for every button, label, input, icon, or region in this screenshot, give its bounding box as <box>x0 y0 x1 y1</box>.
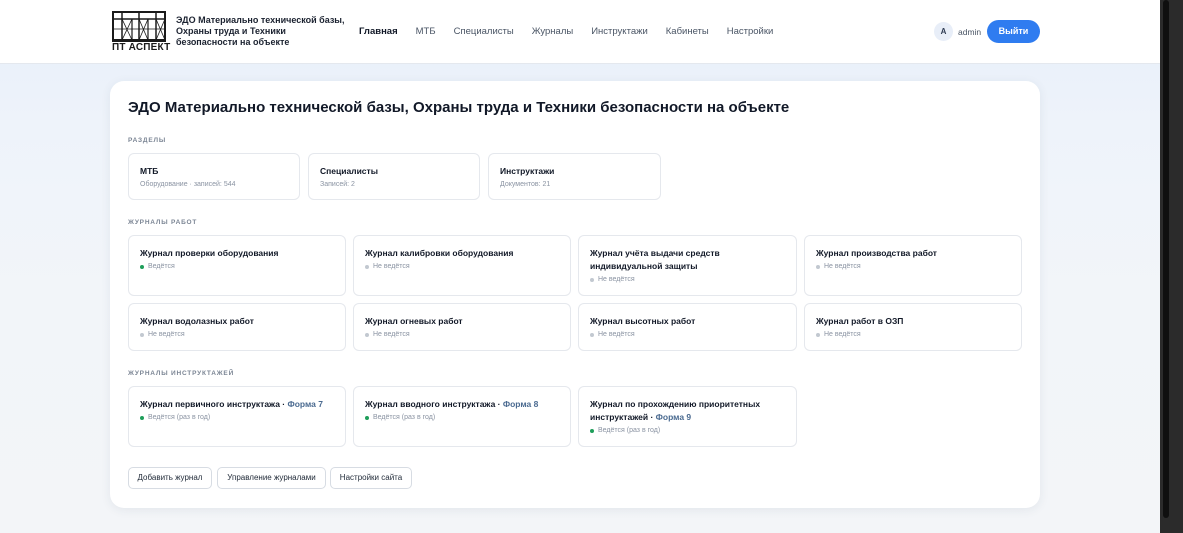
avatar[interactable]: A <box>934 22 953 41</box>
journal-status: Не ведётся <box>590 276 635 283</box>
nav-item-journals[interactable]: Журналы <box>532 26 574 37</box>
site-logo[interactable]: ПТ АСПЕКТ <box>112 11 171 53</box>
journal-title-text: Журнал первичного инструктажа <box>140 399 280 409</box>
instruction-journal-tile[interactable]: Журнал по прохождению приоритетных инстр… <box>578 386 797 447</box>
status-dot-icon <box>590 332 594 337</box>
instruction-journal-tile[interactable]: Журнал вводного инструктажа · Форма 8 Ве… <box>353 386 571 447</box>
form-number: Форма 7 <box>287 399 324 409</box>
status-text: Не ведётся <box>373 263 410 270</box>
manage-journals-button[interactable]: Управление журналами <box>217 467 326 489</box>
status-dot-icon <box>590 277 594 282</box>
logo-text: ПТ АСПЕКТ <box>112 41 171 53</box>
nav-item-cabinets[interactable]: Кабинеты <box>666 26 709 37</box>
instruction-journal-tile[interactable]: Журнал первичного инструктажа · Форма 7 … <box>128 386 346 447</box>
status-text: Не ведётся <box>598 331 635 338</box>
journal-title: Журнал работ в ОЗП <box>816 316 904 326</box>
status-dot-icon <box>590 428 594 433</box>
journal-title: Журнал по прохождению приоритетных инстр… <box>590 398 790 424</box>
status-dot-icon <box>365 415 369 420</box>
journal-title: Журнал калибровки оборудования <box>365 248 514 258</box>
main-card: ЭДО Материально технической базы, Охраны… <box>110 81 1040 508</box>
journal-tile[interactable]: Журнал учёта выдачи средств индивидуальн… <box>578 235 797 296</box>
journal-status: Не ведётся <box>365 263 410 270</box>
add-journal-button[interactable]: Добавить журнал <box>128 467 212 489</box>
journal-title: Журнал первичного инструктажа · Форма 7 <box>140 398 345 411</box>
work-journals-label: ЖУРНАЛЫ РАБОТ <box>128 219 198 226</box>
status-dot-icon <box>365 332 369 337</box>
status-text: Не ведётся <box>824 331 861 338</box>
instruction-journals-label: ЖУРНАЛЫ ИНСТРУКТАЖЕЙ <box>128 370 235 377</box>
journal-tile[interactable]: Журнал проверки оборудования Ведётся <box>128 235 346 296</box>
status-text: Ведётся (раз в год) <box>148 414 211 421</box>
page-viewport: ПТ АСПЕКТ ЭДО Материально технической ба… <box>0 0 1160 533</box>
journal-status: Не ведётся <box>816 331 861 338</box>
form-number: Форма 9 <box>655 412 692 422</box>
journal-title: Журнал высотных работ <box>590 316 696 326</box>
status-dot-icon <box>140 415 144 420</box>
username: admin <box>958 27 982 37</box>
section-tile-briefings[interactable]: Инструктажи Документов: 21 <box>488 153 661 200</box>
status-dot-icon <box>365 264 369 269</box>
title-separator: · <box>648 412 656 422</box>
tile-subtitle: Оборудование · записей: 544 <box>140 181 236 188</box>
journal-status: Ведётся (раз в год) <box>140 414 210 421</box>
journal-title: Журнал огневых работ <box>365 316 463 326</box>
sections-label: РАЗДЕЛЫ <box>128 137 167 144</box>
logout-button[interactable]: Выйти <box>987 20 1040 43</box>
journal-tile[interactable]: Журнал высотных работ Не ведётся <box>578 303 797 351</box>
status-text: Не ведётся <box>824 263 861 270</box>
journal-title-text: Журнал вводного инструктажа <box>365 399 496 409</box>
tile-title: Инструктажи <box>500 166 555 176</box>
nav-item-specialists[interactable]: Специалисты <box>454 26 514 37</box>
journal-title: Журнал учёта выдачи средств индивидуальн… <box>590 248 720 271</box>
journal-tile[interactable]: Журнал калибровки оборудования Не ведётс… <box>353 235 571 296</box>
status-text: Не ведётся <box>148 331 185 338</box>
logo-building-icon <box>112 11 166 41</box>
main-nav: Главная МТБ Специалисты Журналы Инструкт… <box>359 26 791 37</box>
journal-status: Ведётся <box>140 263 175 270</box>
nav-item-settings[interactable]: Настройки <box>727 26 774 37</box>
nav-item-mtb[interactable]: МТБ <box>416 26 436 37</box>
tile-subtitle: Записей: 2 <box>320 181 355 188</box>
journal-status: Ведётся (раз в год) <box>590 427 660 434</box>
status-text: Не ведётся <box>373 331 410 338</box>
status-dot-icon <box>816 332 820 337</box>
journal-tile[interactable]: Журнал работ в ОЗП Не ведётся <box>804 303 1022 351</box>
journal-status: Не ведётся <box>816 263 861 270</box>
status-text: Ведётся (раз в год) <box>373 414 436 421</box>
journal-status: Не ведётся <box>590 331 635 338</box>
status-text: Ведётся <box>148 263 175 270</box>
form-number: Форма 8 <box>502 399 539 409</box>
journal-title: Журнал вводного инструктажа · Форма 8 <box>365 398 570 411</box>
journal-tile[interactable]: Журнал водолазных работ Не ведётся <box>128 303 346 351</box>
status-dot-icon <box>816 264 820 269</box>
journal-status: Не ведётся <box>140 331 185 338</box>
status-text: Не ведётся <box>598 276 635 283</box>
journal-tile[interactable]: Журнал производства работ Не ведётся <box>804 235 1022 296</box>
scrollbar-thumb[interactable] <box>1163 0 1169 518</box>
status-text: Ведётся (раз в год) <box>598 427 661 434</box>
status-dot-icon <box>140 332 144 337</box>
site-title: ЭДО Материально технической базы, Охраны… <box>176 15 345 47</box>
nav-item-home[interactable]: Главная <box>359 26 398 37</box>
page-title: ЭДО Материально технической базы, Охраны… <box>128 99 790 116</box>
site-settings-button[interactable]: Настройки сайта <box>330 467 412 489</box>
tile-title: Специалисты <box>320 166 378 176</box>
journal-title: Журнал проверки оборудования <box>140 248 279 258</box>
tile-subtitle: Документов: 21 <box>500 181 551 188</box>
nav-item-briefings[interactable]: Инструктажи <box>591 26 648 37</box>
status-dot-icon <box>140 264 144 269</box>
section-tile-specialists[interactable]: Специалисты Записей: 2 <box>308 153 480 200</box>
title-separator: · <box>495 399 503 409</box>
journal-status: Ведётся (раз в год) <box>365 414 435 421</box>
top-navbar: ПТ АСПЕКТ ЭДО Материально технической ба… <box>0 0 1160 64</box>
journal-title: Журнал водолазных работ <box>140 316 254 326</box>
journal-title: Журнал производства работ <box>816 248 937 258</box>
tile-title: МТБ <box>140 166 159 176</box>
journal-tile[interactable]: Журнал огневых работ Не ведётся <box>353 303 571 351</box>
section-tile-mtb[interactable]: МТБ Оборудование · записей: 544 <box>128 153 300 200</box>
journal-status: Не ведётся <box>365 331 410 338</box>
